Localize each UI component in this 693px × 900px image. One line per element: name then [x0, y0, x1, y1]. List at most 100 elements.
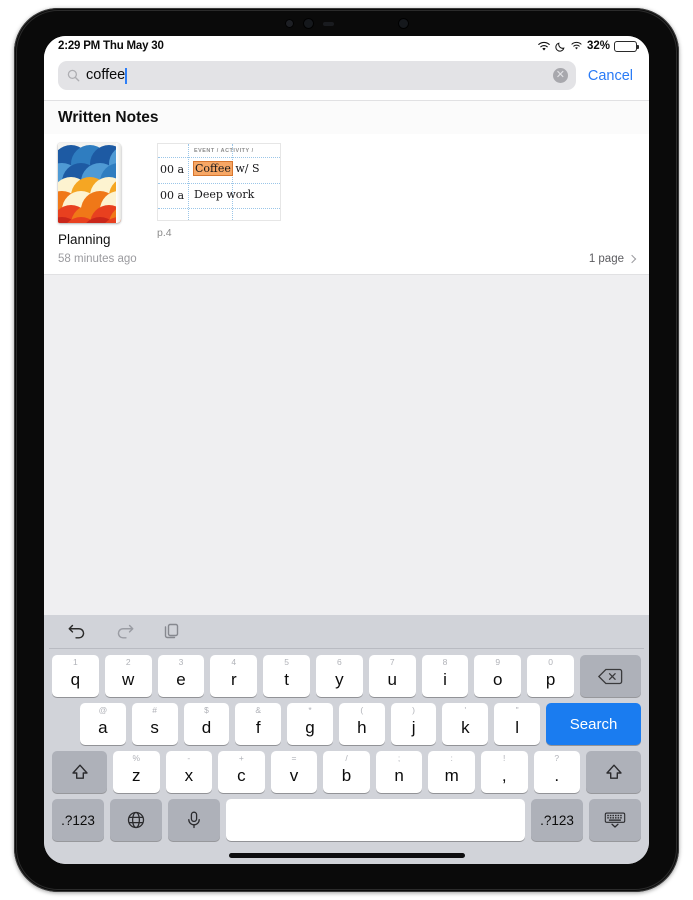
key-t[interactable]: 5t — [263, 655, 310, 697]
preview-row1-time: 00 a — [160, 163, 185, 176]
numbers-key-right[interactable]: .?123 — [531, 799, 583, 841]
page-preview-column[interactable]: EVENT / ACTIVITY / 00 a Coffee w/ S 00 a… — [157, 143, 635, 247]
key-m[interactable]: :m — [428, 751, 475, 793]
key-main-label: k — [461, 717, 470, 737]
key-o[interactable]: 9o — [474, 655, 522, 697]
key-g[interactable]: * g — [287, 703, 333, 745]
key-z[interactable]: % z — [113, 751, 160, 793]
result-page-count-link[interactable]: 1 page — [588, 253, 637, 265]
numbers-key-left[interactable]: .?123 — [52, 799, 104, 841]
notebook-page-edge — [116, 143, 121, 223]
key-p[interactable]: 0p — [527, 655, 574, 697]
key-h[interactable]: (h — [338, 703, 385, 745]
search-input-value: coffee — [86, 67, 126, 84]
key-alt-label: 2 — [125, 657, 131, 667]
cancel-button[interactable]: Cancel — [586, 66, 635, 86]
key-main-label: n — [394, 765, 404, 785]
key-q[interactable]: 1q — [52, 655, 99, 697]
undo-icon[interactable] — [67, 622, 87, 642]
result-modified-time: 58 minutes ago — [58, 253, 137, 265]
key-alt-label: " — [515, 705, 519, 715]
preview-highlight-match: Coffee — [194, 162, 232, 175]
preview-row1-text: Coffee w/ S — [194, 162, 260, 175]
key-.[interactable]: ?. — [533, 751, 581, 793]
key-alt-label: + — [238, 753, 244, 763]
key-alt-label: # — [152, 705, 158, 715]
key-n[interactable]: ; n — [375, 751, 423, 793]
key-alt-label: 6 — [337, 657, 342, 667]
space-key[interactable] — [226, 799, 525, 841]
key-main-label: o — [493, 669, 503, 689]
notebook-thumbnail-column[interactable]: Planning — [58, 143, 131, 247]
search-key[interactable]: Search — [546, 703, 642, 745]
key-main-label: e — [176, 669, 186, 689]
key-w[interactable]: 2w — [104, 655, 152, 697]
key-main-label: y — [335, 669, 344, 689]
key-main-label: .?123 — [61, 812, 95, 828]
key-alt-label: @ — [98, 705, 108, 715]
key-main-label: a — [98, 717, 108, 737]
key-s[interactable]: # s — [131, 703, 178, 745]
result-footer: 58 minutes ago 1 page — [44, 251, 649, 275]
key-main-label: h — [357, 717, 367, 737]
key-alt-label: % — [132, 753, 141, 763]
key-r[interactable]: 4r — [210, 655, 258, 697]
keyboard-toolbar — [49, 615, 644, 649]
key-alt-label: ? — [554, 753, 560, 763]
wifi-icon — [537, 41, 551, 52]
key-x[interactable]: -x — [165, 751, 213, 793]
key-u[interactable]: 7u — [368, 655, 416, 697]
empty-results-area — [44, 275, 649, 615]
speaker-slit — [322, 21, 334, 26]
key-,[interactable]: !, — [480, 751, 528, 793]
key-main-label: f — [255, 717, 261, 737]
clear-search-button[interactable]: ✕ — [552, 68, 568, 83]
key-alt-label: 7 — [389, 657, 395, 667]
shift-key-right[interactable] — [586, 751, 642, 793]
preview-row2-time: 00 a — [160, 189, 185, 202]
key-l[interactable]: " l — [494, 703, 541, 745]
key-b[interactable]: / b — [323, 751, 370, 793]
home-indicator[interactable] — [228, 852, 465, 858]
sensor-dot-right — [397, 18, 409, 29]
search-icon — [67, 69, 80, 82]
key-k[interactable]: ' k — [442, 703, 489, 745]
backspace-key[interactable] — [579, 655, 641, 697]
shift-key-left[interactable] — [52, 751, 107, 793]
key-main-label: b — [341, 765, 352, 785]
page-preview-thumbnail[interactable]: EVENT / ACTIVITY / 00 a Coffee w/ S 00 a… — [157, 143, 281, 221]
key-main-label: , — [501, 765, 507, 785]
keyboard-dismiss-key[interactable] — [589, 799, 641, 841]
key-v[interactable]: = v — [270, 751, 318, 793]
key-i[interactable]: 8i — [421, 655, 469, 697]
chevron-right-icon — [627, 254, 637, 264]
key-main-label: m — [444, 765, 459, 785]
globe-key[interactable] — [110, 799, 162, 841]
notebook-cover-thumbnail[interactable] — [58, 143, 121, 223]
key-j[interactable]: ) j — [390, 703, 437, 745]
keyboard-row-2: @ a # s $ d & f * g(h) j ' k " l Search — [49, 703, 644, 745]
key-alt-label: ) — [412, 705, 415, 715]
paste-icon[interactable] — [163, 622, 183, 642]
key-c[interactable]: + c — [218, 751, 265, 793]
result-page-count-label: 1 page — [588, 253, 624, 265]
microphone-key[interactable] — [168, 799, 220, 841]
redo-icon[interactable] — [115, 622, 135, 642]
key-main-label: z — [132, 765, 141, 785]
search-input[interactable]: coffee ✕ — [58, 61, 576, 90]
key-e[interactable]: 3e — [157, 655, 205, 697]
key-main-label: v — [289, 765, 299, 785]
key-a[interactable]: @ a — [80, 703, 126, 745]
key-y[interactable]: 6y — [315, 655, 363, 697]
key-main-label: s — [150, 717, 159, 737]
keyboard-row-3: % z - x + c = v / b; n: m!,?. — [49, 751, 644, 793]
key-f[interactable]: & f — [235, 703, 282, 745]
key-main-label: j — [411, 717, 416, 737]
status-indicators: 32% — [537, 40, 640, 52]
key-main-label: u — [387, 669, 397, 689]
key-alt-label: / — [345, 753, 348, 763]
key-d[interactable]: $ d — [183, 703, 230, 745]
sensor-dot — [284, 19, 294, 28]
key-main-label: i — [443, 669, 447, 689]
search-result-item[interactable]: Planning EVENT / ACTIVITY / 00 a Coffee … — [44, 134, 649, 275]
